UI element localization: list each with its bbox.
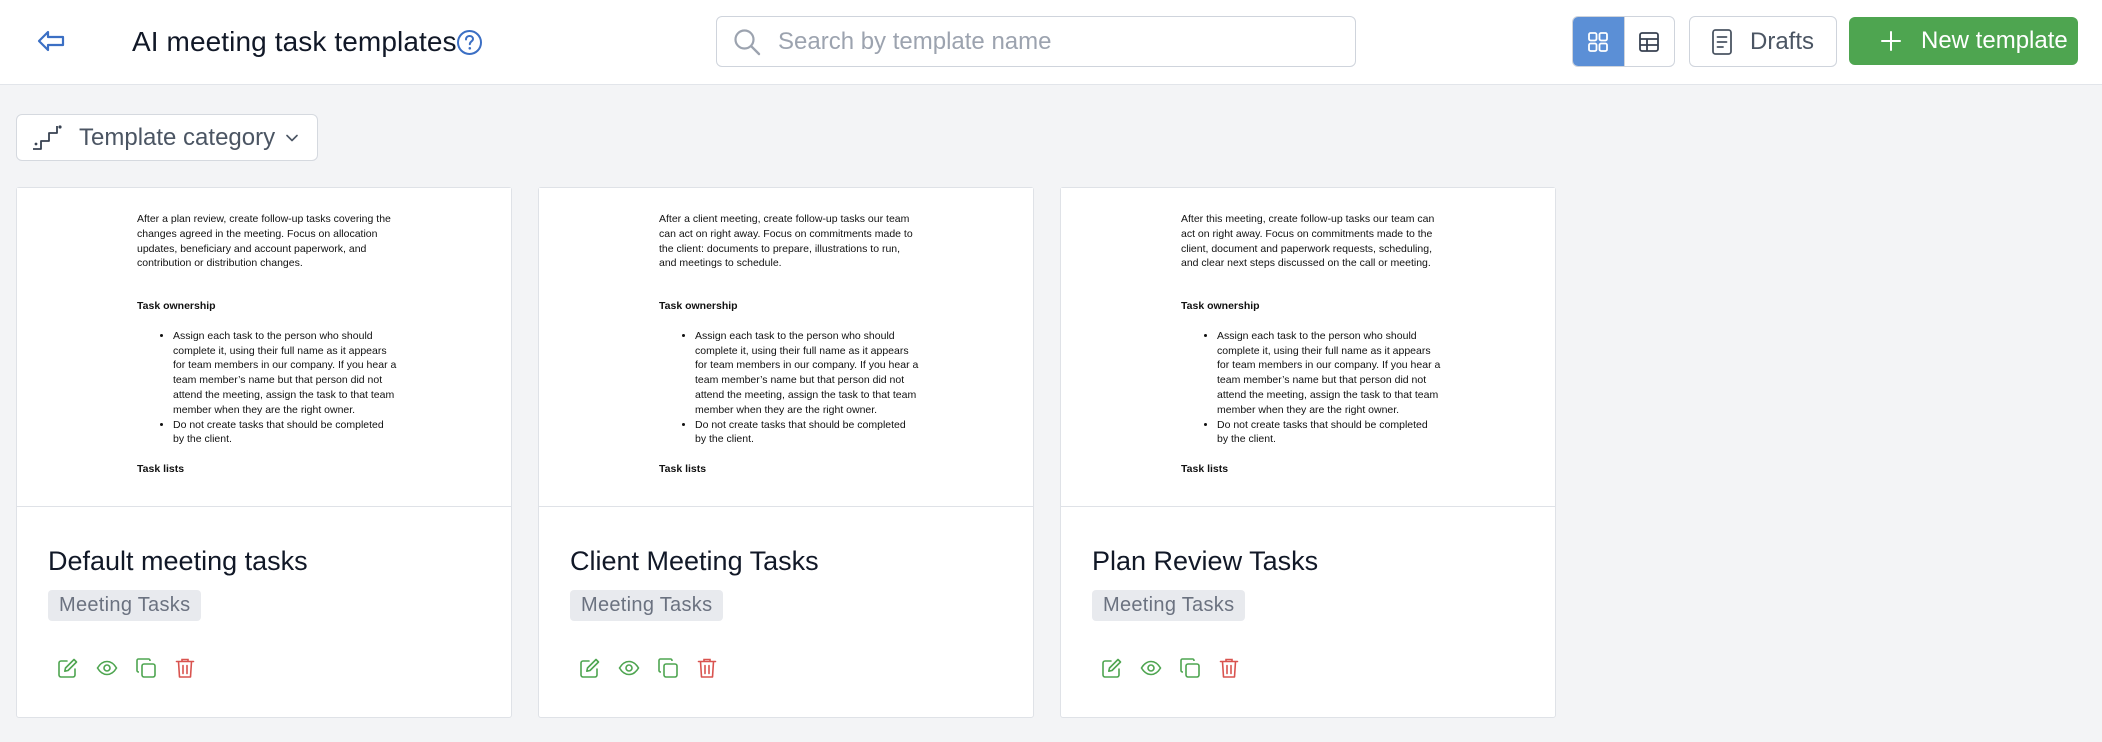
duplicate-icon xyxy=(658,658,678,678)
category-tag: Meeting Tasks xyxy=(1092,590,1246,621)
preview-document: After this meeting, create follow-up tas… xyxy=(1181,212,1441,477)
edit-icon xyxy=(580,658,600,678)
template-preview[interactable]: After this meeting, create follow-up tas… xyxy=(1061,188,1555,507)
preview-heading-task-ownership: Task ownership xyxy=(137,300,216,313)
search-icon xyxy=(730,25,764,59)
template-card: After a client meeting, create follow-up… xyxy=(538,187,1034,718)
preview-heading-task-ownership: Task ownership xyxy=(1181,300,1260,313)
template-category-label: Template category xyxy=(79,123,276,151)
edit-button[interactable] xyxy=(577,655,603,681)
card-actions xyxy=(55,655,198,681)
delete-icon xyxy=(697,658,717,678)
duplicate-button[interactable] xyxy=(1177,655,1203,681)
chevron-down-icon xyxy=(285,131,299,145)
preview-bullet-list: Assign each task to the person who shoul… xyxy=(137,329,397,447)
duplicate-icon xyxy=(1180,658,1200,678)
card-actions xyxy=(1099,655,1242,681)
preview-intro: After this meeting, create follow-up tas… xyxy=(1181,213,1435,270)
table-view-button[interactable] xyxy=(1623,17,1675,66)
stairs-icon xyxy=(31,123,63,153)
preview-document: After a client meeting, create follow-up… xyxy=(659,212,919,477)
delete-button[interactable] xyxy=(694,655,720,681)
back-arrow-icon xyxy=(37,30,65,52)
category-tag: Meeting Tasks xyxy=(570,590,724,621)
view-icon xyxy=(618,660,640,676)
back-button[interactable] xyxy=(36,25,68,57)
template-card: After this meeting, create follow-up tas… xyxy=(1060,187,1556,718)
new-template-label: New template xyxy=(1921,27,2068,54)
preview-heading-task-lists: Task lists xyxy=(137,462,185,475)
delete-icon xyxy=(175,658,195,678)
edit-button[interactable] xyxy=(55,655,81,681)
edit-button[interactable] xyxy=(1099,655,1125,681)
table-icon xyxy=(1639,31,1660,52)
grid-view-button[interactable] xyxy=(1573,17,1624,66)
delete-icon xyxy=(1219,658,1239,678)
duplicate-icon xyxy=(136,658,156,678)
view-toggle xyxy=(1572,16,1675,67)
grid-icon xyxy=(1588,31,1609,52)
view-icon xyxy=(1140,660,1162,676)
preview-bullet: Assign each task to the person who shoul… xyxy=(1217,329,1441,418)
preview-bullet: Assign each task to the person who shoul… xyxy=(173,329,397,418)
drafts-label: Drafts xyxy=(1750,27,1815,55)
template-category-filter[interactable]: Template category xyxy=(16,114,318,161)
preview-heading-task-lists: Task lists xyxy=(1181,462,1229,475)
preview-bullet: Do not create tasks that should be compl… xyxy=(1217,418,1441,448)
document-icon xyxy=(1710,27,1734,57)
preview-heading-task-ownership: Task ownership xyxy=(659,300,738,313)
search-input[interactable] xyxy=(778,27,1318,56)
plus-icon xyxy=(1879,29,1903,53)
card-title[interactable]: Plan Review Tasks xyxy=(1092,544,1318,578)
preview-document: After a plan review, create follow-up ta… xyxy=(137,212,397,477)
card-title[interactable]: Client Meeting Tasks xyxy=(570,544,819,578)
delete-button[interactable] xyxy=(172,655,198,681)
edit-icon xyxy=(58,658,78,678)
duplicate-button[interactable] xyxy=(133,655,159,681)
template-preview[interactable]: After a plan review, create follow-up ta… xyxy=(17,188,511,507)
delete-button[interactable] xyxy=(1216,655,1242,681)
template-card: After a plan review, create follow-up ta… xyxy=(16,187,512,718)
template-preview[interactable]: After a client meeting, create follow-up… xyxy=(539,188,1033,507)
new-template-button[interactable]: New template xyxy=(1849,17,2078,65)
preview-bullet-list: Assign each task to the person who shoul… xyxy=(1181,329,1441,447)
card-title[interactable]: Default meeting tasks xyxy=(48,544,308,578)
preview-bullet: Do not create tasks that should be compl… xyxy=(173,418,397,448)
search-box[interactable] xyxy=(716,16,1356,67)
preview-intro: After a client meeting, create follow-up… xyxy=(659,213,913,270)
top-bar: AI meeting task templates Search by temp… xyxy=(0,0,2102,85)
drafts-button[interactable]: Drafts xyxy=(1689,16,1837,67)
card-actions xyxy=(577,655,720,681)
help-circle-icon[interactable] xyxy=(456,29,483,56)
view-button[interactable] xyxy=(616,655,642,681)
duplicate-button[interactable] xyxy=(655,655,681,681)
edit-icon xyxy=(1102,658,1122,678)
page-title: AI meeting task templates xyxy=(132,26,457,57)
preview-bullet-list: Assign each task to the person who shoul… xyxy=(659,329,919,447)
preview-bullet: Do not create tasks that should be compl… xyxy=(695,418,919,448)
category-tag: Meeting Tasks xyxy=(48,590,202,621)
preview-bullet: Assign each task to the person who shoul… xyxy=(695,329,919,418)
view-icon xyxy=(96,660,118,676)
view-button[interactable] xyxy=(1138,655,1164,681)
view-button[interactable] xyxy=(94,655,120,681)
preview-intro: After a plan review, create follow-up ta… xyxy=(137,213,391,270)
preview-heading-task-lists: Task lists xyxy=(659,462,707,475)
